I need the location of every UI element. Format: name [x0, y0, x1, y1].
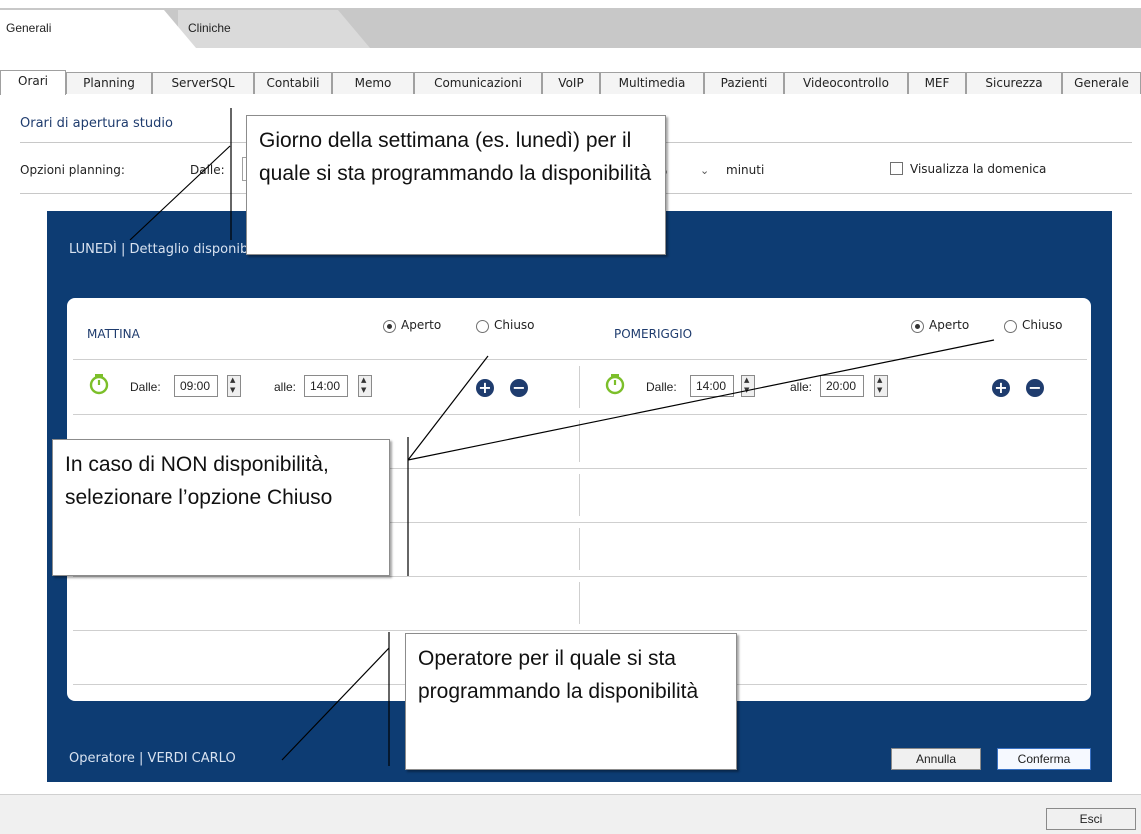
morning-open-radio[interactable] [383, 320, 396, 333]
cancel-button[interactable]: Annulla [891, 748, 981, 770]
options-dalle-label: Dalle: [190, 163, 225, 177]
plus-circle-icon[interactable]: + [992, 379, 1010, 397]
interval-unit-label: minuti [726, 163, 765, 177]
morning-from-input[interactable]: 09:00 [174, 375, 218, 397]
exit-button[interactable]: Esci [1046, 808, 1136, 830]
tab-cliniche-label: Cliniche [188, 21, 231, 35]
plus-circle-icon[interactable]: + [476, 379, 494, 397]
tab-generali-label: Generali [6, 21, 52, 35]
operator-label: Operatore | VERDI CARLO [69, 751, 236, 766]
morning-title: MATTINA [87, 327, 140, 341]
clock-icon [89, 374, 109, 395]
show-sunday-label: Visualizza la domenica [910, 162, 1047, 176]
minus-circle-icon[interactable]: − [1026, 379, 1044, 397]
column-divider [579, 366, 580, 408]
row-divider [73, 630, 1087, 631]
column-divider [579, 420, 580, 462]
callout-closed: In caso di NON disponibilità, selezionar… [52, 439, 390, 576]
section-title: Orari di apertura studio [20, 116, 173, 131]
afternoon-open-label: Aperto [929, 318, 970, 332]
tab-mef[interactable]: MEF [908, 72, 966, 94]
tab-contabili[interactable]: Contabili [254, 72, 332, 94]
afternoon-from-stepper[interactable] [741, 375, 755, 397]
afternoon-open-radio[interactable] [911, 320, 924, 333]
row-divider [73, 576, 1087, 577]
tab-voip[interactable]: VoIP [542, 72, 600, 94]
tab-videocontrollo[interactable]: Videocontrollo [784, 72, 908, 94]
show-sunday-checkbox[interactable] [890, 162, 903, 175]
morning-from-label: Dalle: [130, 380, 161, 394]
afternoon-from-input[interactable]: 14:00 [690, 375, 734, 397]
bottom-bar [0, 794, 1141, 834]
callout-operator: Operatore per il quale si sta programman… [405, 633, 737, 770]
morning-to-label: alle: [274, 380, 297, 394]
morning-open-label: Aperto [401, 318, 442, 332]
afternoon-from-label: Dalle: [646, 380, 677, 394]
day-header: LUNEDÌ | Dettaglio disponibilità [69, 242, 273, 257]
column-divider [579, 582, 580, 624]
chevron-down-icon[interactable]: ⌄ [700, 164, 709, 177]
tab-pazienti[interactable]: Pazienti [704, 72, 784, 94]
minus-circle-icon[interactable]: − [510, 379, 528, 397]
tab-serversql[interactable]: ServerSQL [152, 72, 254, 94]
options-label: Opzioni planning: [20, 163, 125, 177]
tab-comunicazioni[interactable]: Comunicazioni [414, 72, 542, 94]
afternoon-closed-label: Chiuso [1022, 318, 1063, 332]
tab-planning[interactable]: Planning [66, 72, 152, 94]
row-divider [73, 359, 1087, 360]
tab-orari[interactable]: Orari [0, 70, 66, 95]
morning-closed-label: Chiuso [494, 318, 535, 332]
callout-day: Giorno della settimana (es. lunedì) per … [246, 115, 666, 255]
afternoon-closed-radio[interactable] [1004, 320, 1017, 333]
afternoon-to-label: alle: [790, 380, 813, 394]
morning-closed-radio[interactable] [476, 320, 489, 333]
tab-generale[interactable]: Generale [1062, 72, 1141, 94]
tab-generali[interactable]: Generali [0, 10, 196, 48]
afternoon-to-input[interactable]: 20:00 [820, 375, 864, 397]
tab-multimedia[interactable]: Multimedia [600, 72, 704, 94]
settings-tab-strip: Orari Planning ServerSQL Contabili Memo … [0, 70, 1141, 95]
row-divider [73, 414, 1087, 415]
confirm-button[interactable]: Conferma [997, 748, 1091, 770]
morning-to-input[interactable]: 14:00 [304, 375, 348, 397]
clock-icon [605, 374, 625, 395]
tab-memo[interactable]: Memo [332, 72, 414, 94]
column-divider [579, 528, 580, 570]
column-divider [579, 474, 580, 516]
afternoon-to-stepper[interactable] [874, 375, 888, 397]
afternoon-title: POMERIGGIO [614, 327, 693, 341]
morning-to-stepper[interactable] [358, 375, 372, 397]
morning-from-stepper[interactable] [227, 375, 241, 397]
tab-sicurezza[interactable]: Sicurezza [966, 72, 1062, 94]
